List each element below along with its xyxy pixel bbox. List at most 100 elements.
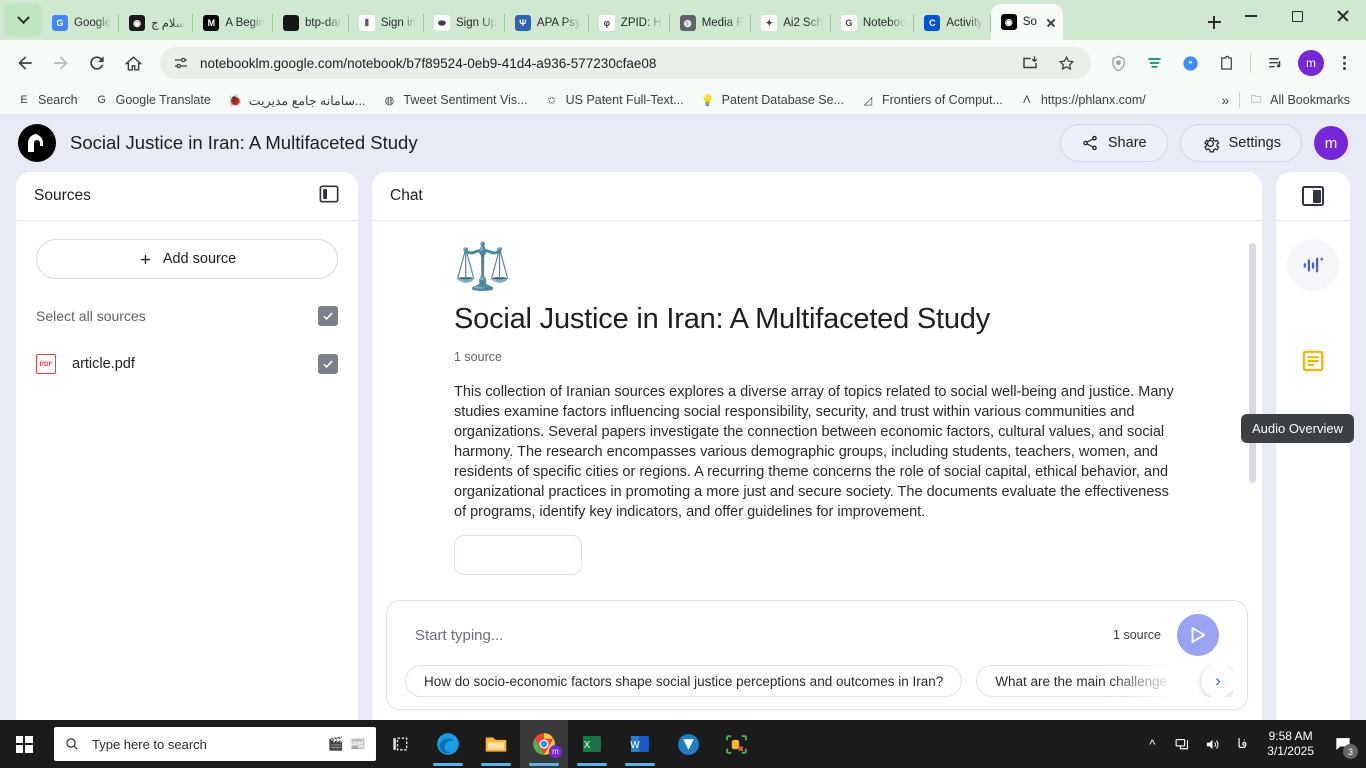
minimize-icon (1245, 15, 1257, 17)
sources-panel: Sources Add source Select all sources PD… (16, 172, 358, 720)
forward-button[interactable] (44, 46, 78, 80)
bookmarks-overflow-button[interactable]: » (1211, 92, 1239, 108)
minimize-button[interactable] (1228, 0, 1274, 32)
browser-tab[interactable]: φ ZPID: H (589, 6, 670, 40)
bookmark-label: Search (38, 93, 78, 107)
bookmark-item[interactable]: Λhttps://phlanx.com/ (1011, 92, 1154, 108)
panel-expand-icon[interactable] (1302, 186, 1324, 206)
close-window-button[interactable] (1320, 0, 1366, 32)
chat-scrollbar[interactable] (1249, 243, 1256, 483)
reload-button[interactable] (80, 46, 114, 80)
add-note-button[interactable] (1287, 335, 1339, 387)
extensions-button[interactable] (1209, 46, 1243, 80)
tab-search-button[interactable] (4, 3, 42, 37)
user-avatar[interactable]: m (1314, 126, 1348, 160)
chat-input[interactable]: Start typing... (415, 627, 503, 644)
news-icon[interactable]: 📰 (350, 736, 366, 752)
media-control-button[interactable] (1258, 46, 1292, 80)
install-app-button[interactable] (1013, 46, 1047, 80)
browser-tab[interactable]: ✦ Ai2 Sch (751, 6, 831, 40)
home-button[interactable] (116, 46, 150, 80)
cortana-icons[interactable]: 🎬 📰 (328, 736, 366, 752)
bookmark-item[interactable]: ◿ Frontiers of Comput... (852, 92, 1011, 108)
taskbar-app-data-tool[interactable] (712, 720, 760, 768)
data-tool-icon (725, 734, 747, 754)
coursera-icon: C (924, 15, 941, 31)
suggestions-next-button[interactable]: › (1201, 665, 1233, 697)
volume-button[interactable] (1197, 720, 1227, 768)
partial-card[interactable] (454, 535, 582, 575)
workspace: Sources Add source Select all sources PD… (0, 172, 1366, 720)
notebooklm-logo-icon[interactable] (18, 124, 56, 162)
list-extension-button[interactable] (1137, 46, 1171, 80)
clapperboard-icon[interactable]: 🎬 (328, 736, 344, 752)
composer-input-row[interactable]: Start typing... 1 source (401, 614, 1233, 656)
chat-panel: Chat ⚖️ Social Justice in Iran: A Multif… (372, 172, 1262, 720)
browser-tab[interactable]: ⬬ Sign Up (424, 6, 505, 40)
bookmark-item[interactable]: ◍ Tweet Sentiment Vis... (373, 92, 535, 108)
composer: Start typing... 1 source How do socio-ec… (386, 600, 1248, 710)
divider (16, 220, 358, 221)
source-item[interactable]: PDF article.pdf (16, 347, 358, 381)
bookmark-item[interactable]: 🐞 سامانه جامع مدیریت... (219, 92, 374, 108)
bookmark-item[interactable]: ✩ US Patent Full-Text... (536, 92, 692, 108)
browser-tab[interactable]: M A Begin (193, 6, 273, 40)
suggestion-chip[interactable]: What are the main challenge (976, 665, 1187, 697)
taskbar-app-vlc-media-player[interactable] (664, 720, 712, 768)
semantic-scholar-icon: ✦ (761, 15, 778, 31)
browser-tab[interactable]: G Noteboo (831, 6, 915, 40)
tray-expand-button[interactable]: ^ (1137, 720, 1167, 768)
bookmark-item[interactable]: G Google Translate (86, 92, 219, 108)
bookmark-item[interactable]: E Search (8, 92, 86, 108)
notifications-button[interactable]: 3 (1324, 720, 1362, 768)
start-button[interactable] (0, 720, 48, 768)
folder-icon (485, 737, 507, 752)
browser-tab[interactable]: ◍ Media F (670, 6, 752, 40)
home-icon (124, 55, 142, 71)
browser-tab[interactable]: G Google (42, 6, 120, 40)
network-button[interactable] (1167, 720, 1197, 768)
browser-tab[interactable]: Ψ APA Psy (505, 6, 589, 40)
suggestion-chip[interactable]: How do socio-economic factors shape soci… (405, 665, 963, 697)
back-button[interactable] (8, 46, 42, 80)
settings-button[interactable]: Settings (1179, 124, 1302, 162)
select-all-row[interactable]: Select all sources (16, 299, 358, 333)
tab-strip: G Google ◉ سلام ج M A Begin btp-dat ⦀ Sign in ⬬ Si… (0, 0, 1366, 40)
site-settings-icon[interactable] (172, 54, 190, 72)
taskbar-app-microsoft-edge[interactable] (424, 720, 472, 768)
add-source-button[interactable]: Add source (36, 239, 338, 279)
taskbar-app-microsoft-word[interactable]: W (616, 720, 664, 768)
browser-tab[interactable]: C Activity (914, 6, 992, 40)
composer-source-count: 1 source (1113, 628, 1161, 642)
browser-tab[interactable]: ⦀ Sign in (349, 6, 425, 40)
maximize-button[interactable] (1274, 0, 1320, 32)
quote-extension-button[interactable]: ❝ (1173, 46, 1207, 80)
tab-close-button[interactable] (1043, 14, 1059, 30)
taskbar-app-google-chrome[interactable]: m (520, 720, 568, 768)
audio-overview-button[interactable] (1287, 239, 1339, 291)
browser-tab[interactable]: btp-dat (273, 6, 349, 40)
browser-tab[interactable]: ◉ So (990, 4, 1063, 40)
task-view-button[interactable] (376, 720, 424, 768)
browser-menu-button[interactable] (1330, 49, 1358, 77)
new-tab-button[interactable] (1200, 8, 1228, 36)
clock[interactable]: 9:58 AM 3/1/2025 (1257, 729, 1324, 759)
browser-tab[interactable]: ◉ سلام ج (119, 6, 194, 40)
shield-extension-button[interactable] (1101, 46, 1135, 80)
bookmark-label: سامانه جامع مدیریت... (248, 93, 366, 108)
profile-button[interactable]: m (1294, 46, 1328, 80)
select-all-checkbox[interactable] (318, 306, 338, 326)
send-button[interactable] (1177, 614, 1219, 656)
bookmark-item[interactable]: 💡 Patent Database Se... (692, 92, 852, 108)
taskbar-search[interactable]: Type here to search 🎬 📰 (54, 727, 376, 761)
language-indicator[interactable]: فا (1227, 720, 1257, 768)
taskbar-app-file-explorer[interactable] (472, 720, 520, 768)
bookmark-button[interactable] (1049, 46, 1083, 80)
source-checkbox[interactable] (318, 354, 338, 374)
panel-collapse-icon[interactable] (318, 184, 340, 209)
github-icon (283, 15, 299, 31)
address-bar[interactable]: notebooklm.google.com/notebook/b7f89524-… (160, 47, 1091, 79)
share-button[interactable]: Share (1059, 124, 1168, 162)
taskbar-app-microsoft-excel[interactable]: X (568, 720, 616, 768)
all-bookmarks-button[interactable]: 🗀 All Bookmarks (1240, 92, 1358, 108)
